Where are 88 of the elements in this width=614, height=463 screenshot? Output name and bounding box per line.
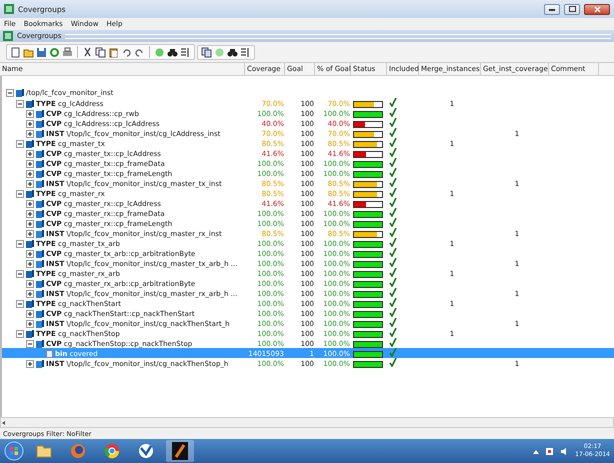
redo-icon[interactable]: [134, 46, 145, 58]
collapse-icon[interactable]: [16, 140, 24, 148]
cube-icon: [36, 230, 44, 238]
app-icon: [3, 31, 13, 41]
expand-icon[interactable]: [26, 360, 34, 368]
collapse-icon[interactable]: [16, 300, 24, 308]
horizontal-scrollbar[interactable]: [0, 417, 614, 428]
expand-icon[interactable]: [26, 310, 34, 318]
cube-icon: [36, 290, 44, 298]
cube-icon: [36, 260, 44, 268]
expand-icon[interactable]: [26, 120, 34, 128]
cube-icon: [36, 110, 44, 118]
globe-icon[interactable]: [70, 443, 86, 459]
cube-icon: [36, 360, 44, 368]
document-icon: [46, 350, 53, 358]
cube-icon: [26, 330, 34, 338]
circle-logo-icon[interactable]: [104, 443, 120, 459]
cube-icon: [26, 190, 34, 198]
cube-icon: [36, 210, 44, 218]
maximize-icon: [568, 6, 576, 12]
open-folder-icon[interactable]: [23, 46, 34, 58]
expand-icon[interactable]: [26, 230, 34, 238]
expand-icon[interactable]: [26, 290, 34, 298]
expand-icon[interactable]: [26, 170, 34, 178]
cube-icon: [36, 280, 44, 288]
minimize-button[interactable]: [544, 4, 560, 14]
collapse-icon[interactable]: [16, 270, 24, 278]
expand-icon[interactable]: [26, 250, 34, 258]
app-icon: [4, 4, 14, 14]
cube-icon: [36, 170, 44, 178]
cube-icon: [36, 130, 44, 138]
cube-icon: [36, 320, 44, 328]
expand-icon[interactable]: [26, 130, 34, 138]
cube-icon: [26, 240, 34, 248]
slash-logo-icon[interactable]: [172, 442, 188, 460]
expand-icon[interactable]: [26, 280, 34, 288]
cube-icon: [16, 89, 24, 97]
close-icon: [594, 6, 600, 12]
new-page-icon[interactable]: [10, 46, 21, 58]
print-icon[interactable]: [62, 46, 73, 58]
cube-icon: [26, 270, 34, 278]
cube-icon: [26, 140, 34, 148]
cube-icon: [26, 100, 34, 108]
tray-flag-icon[interactable]: [545, 446, 554, 456]
maximize-button[interactable]: [564, 4, 580, 14]
cube-icon: [36, 120, 44, 128]
binoculars-icon[interactable]: [167, 46, 178, 58]
start-button-icon[interactable]: [4, 441, 24, 461]
tray-arrow-icon[interactable]: [533, 448, 540, 454]
cube-icon: [36, 160, 44, 168]
binoculars-icon[interactable]: [227, 46, 238, 58]
cube-icon: [36, 150, 44, 158]
save-icon[interactable]: [36, 46, 47, 58]
collapse-icon[interactable]: [26, 340, 34, 348]
collapse-icon[interactable]: [6, 89, 14, 97]
collapse-icon[interactable]: [16, 240, 24, 248]
minimize-icon: [549, 7, 555, 11]
copy-icon[interactable]: [95, 46, 106, 58]
cube-icon: [26, 300, 34, 308]
refresh-icon[interactable]: [49, 46, 60, 58]
scroll-left-icon[interactable]: [1, 420, 7, 426]
collapse-icon[interactable]: [16, 330, 24, 338]
cube-icon: [36, 340, 44, 348]
expand-icon[interactable]: [26, 210, 34, 218]
cube-icon: [36, 250, 44, 258]
close-button[interactable]: [584, 4, 610, 14]
cube-icon: [36, 310, 44, 318]
expand-icon[interactable]: [26, 110, 34, 118]
expand-icon[interactable]: [26, 180, 34, 188]
copy-icon[interactable]: [201, 46, 212, 58]
expand-icon[interactable]: [26, 160, 34, 168]
filter-list-icon[interactable]: [240, 46, 251, 58]
checkmark-logo-icon[interactable]: [138, 443, 154, 459]
undo-icon[interactable]: [121, 46, 132, 58]
paste-icon[interactable]: [108, 46, 119, 58]
filter-list-icon[interactable]: [180, 46, 191, 58]
cube-icon: [36, 220, 44, 228]
expand-icon[interactable]: [26, 150, 34, 158]
expand-icon[interactable]: [26, 260, 34, 268]
folder-icon[interactable]: [36, 444, 52, 458]
expand-icon[interactable]: [26, 220, 34, 228]
cube-icon: [36, 180, 44, 188]
cut-icon[interactable]: [82, 46, 93, 58]
collapse-icon[interactable]: [16, 190, 24, 198]
expand-icon[interactable]: [26, 200, 34, 208]
collapse-icon[interactable]: [16, 100, 24, 108]
cube-icon: [36, 200, 44, 208]
expand-icon[interactable]: [26, 320, 34, 328]
